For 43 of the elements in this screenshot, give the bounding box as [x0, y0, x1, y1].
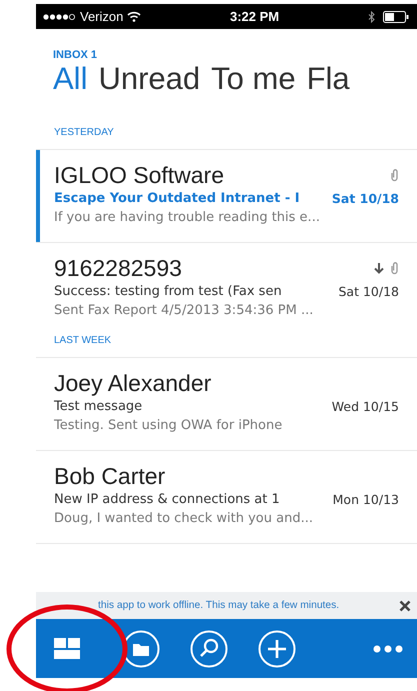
- subject-text: Escape Your Outdated Intranet - I: [54, 191, 300, 208]
- carrier-name: Verizon: [80, 9, 124, 24]
- message-row[interactable]: Bob Carter New IP address & connections at 1 Mon 10/13 Doug, I wanted to check with you and...: [36, 450, 417, 543]
- down-arrow-icon: [374, 262, 384, 274]
- bluetooth-icon: [368, 10, 375, 22]
- plus-icon: [258, 630, 296, 668]
- sender-name: Joey Alexander: [54, 370, 212, 396]
- section-header: LAST WEEK: [53, 335, 112, 348]
- close-icon: [399, 600, 411, 612]
- battery-icon: [383, 10, 409, 22]
- message-date: Sat 10/18: [338, 284, 399, 301]
- filter-tab[interactable]: All: [53, 61, 88, 97]
- signal-icon: [42, 12, 76, 20]
- preview-text: Doug, I wanted to check with you and...: [54, 511, 314, 526]
- status-time: 3:22 PM: [229, 9, 280, 24]
- section-header: YESTERDAY: [53, 127, 115, 140]
- subject-text: Success: testing from test (Fax sen: [54, 284, 282, 301]
- sender-name: Bob Carter: [54, 462, 166, 490]
- message-date: Sat 10/18: [332, 191, 399, 208]
- message-row[interactable]: IGLOO Software Escape Your Outdated Intranet - I Sat 10/18 If you are having trouble reading this e...: [36, 149, 417, 242]
- banner-text: this app to work offline. This may take a few minutes.: [98, 600, 340, 611]
- message-date: Wed 10/15: [332, 399, 399, 416]
- tiles-icon: [54, 638, 80, 660]
- search-icon: [190, 630, 228, 668]
- filter-tab[interactable]: Unread: [98, 61, 200, 97]
- subject-text: New IP address & connections at 1: [54, 492, 280, 509]
- paperclip-icon: [390, 261, 399, 275]
- sender-name: IGLOO Software: [54, 162, 224, 188]
- message-date: Mon 10/13: [332, 492, 399, 509]
- subject-text: Test message: [54, 399, 142, 416]
- preview-text: Testing. Sent using OWA for iPhone: [54, 418, 284, 433]
- message-row[interactable]: Joey Alexander Test message Wed 10/15 Testing. Sent using OWA for iPhone: [36, 357, 417, 450]
- filter-tab[interactable]: Fla: [306, 61, 350, 97]
- more-icon: [373, 644, 403, 652]
- sender-name: 9162282593: [54, 254, 182, 282]
- wifi-icon: [127, 11, 142, 22]
- message-row[interactable]: 9162282593 Success: testing from test (Fax sen Sat 10/18 Sent Fax Report 4/5/2013 3:54:36 PM ...: [36, 242, 417, 335]
- close-button[interactable]: [399, 600, 411, 612]
- preview-text: If you are having trouble reading this e...: [54, 210, 321, 225]
- filter-tab[interactable]: To me: [211, 61, 296, 97]
- folder-title: INBOX 1: [53, 49, 98, 61]
- paperclip-icon: [390, 168, 399, 182]
- preview-text: Sent Fax Report 4/5/2013 3:54:36 PM ...: [54, 303, 314, 318]
